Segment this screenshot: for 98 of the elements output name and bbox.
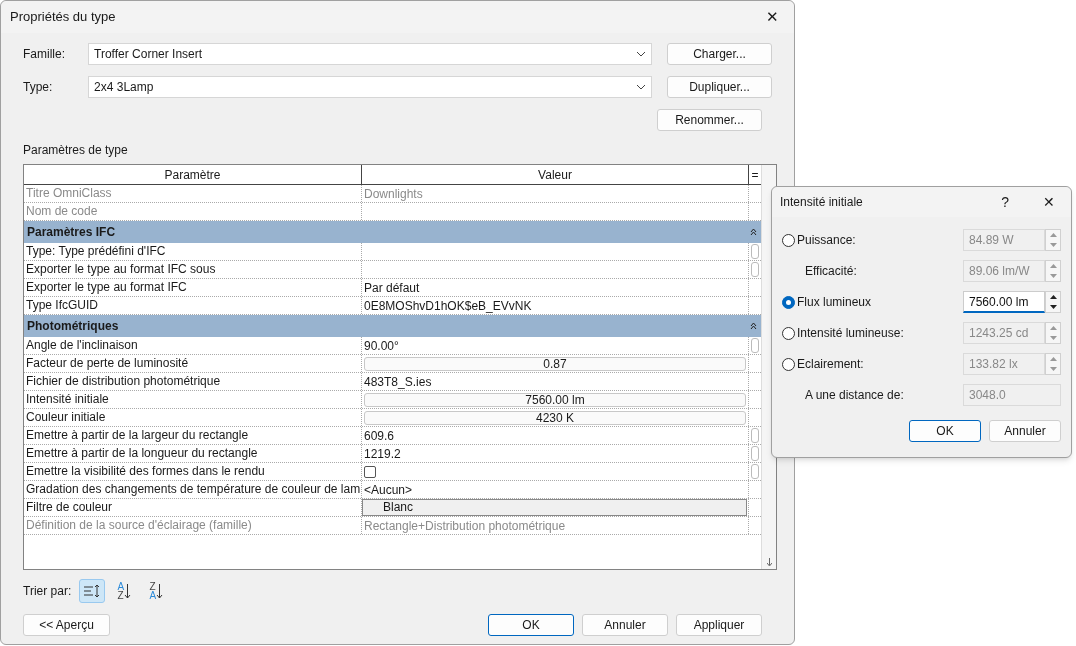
value-button[interactable]: 4230 K xyxy=(364,410,746,425)
option-label: Eclairement: xyxy=(797,356,864,373)
sort-button[interactable] xyxy=(79,579,106,603)
collapse-icon[interactable] xyxy=(750,322,757,330)
up-triangle-icon xyxy=(1049,357,1057,361)
field-label: Famille: xyxy=(23,46,66,63)
dropdown-field[interactable]: 2x4 3Lamp xyxy=(88,76,652,98)
down-arrow-icon[interactable] xyxy=(766,558,772,566)
option-label: Puissance: xyxy=(797,232,856,249)
parameter-cell: Type IfcGUID xyxy=(24,297,362,314)
column-header: Paramètre xyxy=(24,165,362,184)
up-triangle-icon xyxy=(1049,264,1057,268)
parameter-cell: Titre OmniClass xyxy=(24,185,362,202)
group-row[interactable]: Paramètres IFC xyxy=(24,221,761,243)
parameter-cell: Angle de l'inclinaison xyxy=(24,337,362,354)
up-triangle-icon xyxy=(1049,233,1057,237)
value-cell-text: <Aucun> xyxy=(363,481,414,499)
option-label: Intensité lumineuse: xyxy=(797,325,904,342)
sort-letter: A xyxy=(117,582,125,591)
dialog-button[interactable]: OK xyxy=(488,614,574,636)
value-cell-text: Downlights xyxy=(363,185,424,203)
parameter-cell: Couleur initiale xyxy=(24,409,362,426)
radio-button[interactable] xyxy=(782,233,795,247)
down-triangle-icon xyxy=(1049,274,1057,278)
sort-label: Trier par: xyxy=(23,583,72,600)
field-label: Type: xyxy=(23,79,54,96)
down-arrow-icon xyxy=(124,583,132,599)
option-label: A une distance de: xyxy=(805,387,904,404)
popup-button[interactable]: OK xyxy=(909,420,981,442)
parameter-cell: Facteur de perte de luminosité xyxy=(24,355,362,372)
value-cell-text: 90.00° xyxy=(363,337,400,355)
value-button[interactable]: 0.87 xyxy=(364,356,746,371)
help-button[interactable]: ? xyxy=(1001,191,1009,213)
sort-button[interactable]: A Z xyxy=(111,579,138,603)
dialog-button[interactable]: Appliquer xyxy=(676,614,762,636)
parameter-button[interactable] xyxy=(751,262,759,277)
checkbox[interactable] xyxy=(364,465,376,478)
collapse-icon[interactable] xyxy=(750,228,757,236)
action-button[interactable]: Charger... xyxy=(667,43,772,65)
value-field[interactable]: 7560.00 lm xyxy=(963,291,1045,313)
parameter-cell: Exporter le type au format IFC sous xyxy=(24,261,362,278)
popup-button[interactable]: Annuler xyxy=(989,420,1061,442)
category-sort-icon xyxy=(83,584,102,598)
sort-letter: Z xyxy=(117,591,125,600)
action-button[interactable]: Dupliquer... xyxy=(667,76,772,98)
parameter-cell: Fichier de distribution photométrique xyxy=(24,373,362,390)
value-button[interactable]: 7560.00 lm xyxy=(364,392,746,407)
option-label: Efficacité: xyxy=(805,263,857,280)
radio-button[interactable] xyxy=(782,295,795,309)
section-label: Paramètres de type xyxy=(23,142,129,159)
parameter-button[interactable] xyxy=(751,338,759,353)
column-header: Valeur xyxy=(362,165,749,184)
parameter-cell: Exporter le type au format IFC xyxy=(24,279,362,296)
radio-button[interactable] xyxy=(782,326,795,340)
down-triangle-icon xyxy=(1049,336,1057,340)
parameter-cell: Emettre la visibilité des formes dans le rendu xyxy=(24,463,362,480)
parameter-cell: Type: Type prédéfini d'IFC xyxy=(24,243,362,260)
parameter-button[interactable] xyxy=(751,428,759,443)
up-triangle-icon xyxy=(1049,326,1057,330)
rename-button[interactable]: Renommer... xyxy=(657,109,762,131)
group-row[interactable]: Photométriques xyxy=(24,315,761,337)
sort-button[interactable]: Z A xyxy=(143,579,170,603)
value-cell-text: Par défaut xyxy=(363,279,421,297)
down-triangle-icon xyxy=(1049,367,1057,371)
close-button[interactable]: ✕ xyxy=(1043,191,1055,213)
dialog-button[interactable]: Annuler xyxy=(582,614,668,636)
parameter-cell: Intensité initiale xyxy=(24,391,362,408)
parameter-cell: Emettre à partir de la longueur du rectangle xyxy=(24,445,362,462)
down-triangle-icon xyxy=(1049,305,1057,309)
column-header: = xyxy=(750,167,760,184)
value-cell-text: 483T8_S.ies xyxy=(363,373,433,391)
parameter-button[interactable] xyxy=(751,446,759,461)
value-cell-text: 609.6 xyxy=(363,427,396,445)
down-triangle-icon xyxy=(1049,243,1057,247)
sort-letter: Z xyxy=(149,582,157,591)
parameter-cell: Gradation des changements de température de couleur de lam xyxy=(24,481,362,498)
window-title: Propriétés du type xyxy=(10,8,116,27)
value-cell-text: 0E8MOShvD1hOK$eB_EVvNK xyxy=(363,297,533,315)
parameter-button[interactable] xyxy=(751,244,759,259)
up-triangle-icon xyxy=(1049,295,1057,299)
dropdown-field[interactable]: Troffer Corner Insert xyxy=(88,43,652,65)
caret-icon xyxy=(636,51,646,57)
caret-icon xyxy=(636,84,646,90)
spin-button[interactable] xyxy=(1045,291,1061,313)
parameter-cell: Définition de la source d'éclairage (famille) xyxy=(24,517,362,534)
value-cell-text: 1219.2 xyxy=(363,445,402,463)
parameter-cell: Emettre à partir de la largeur du rectangle xyxy=(24,427,362,444)
color-button[interactable]: Blanc xyxy=(362,499,747,516)
parameter-cell: Nom de code xyxy=(24,203,362,220)
parameter-button[interactable] xyxy=(751,464,759,479)
popup-title: Intensité initiale xyxy=(780,194,863,211)
close-button[interactable]: ✕ xyxy=(766,5,779,29)
preview-button[interactable]: << Aperçu xyxy=(23,614,110,636)
down-arrow-icon xyxy=(156,583,164,599)
option-label: Flux lumineux xyxy=(797,294,872,311)
sort-letter: A xyxy=(149,591,157,600)
radio-button[interactable] xyxy=(782,357,795,371)
value-cell-text: Rectangle+Distribution photométrique xyxy=(363,517,567,535)
